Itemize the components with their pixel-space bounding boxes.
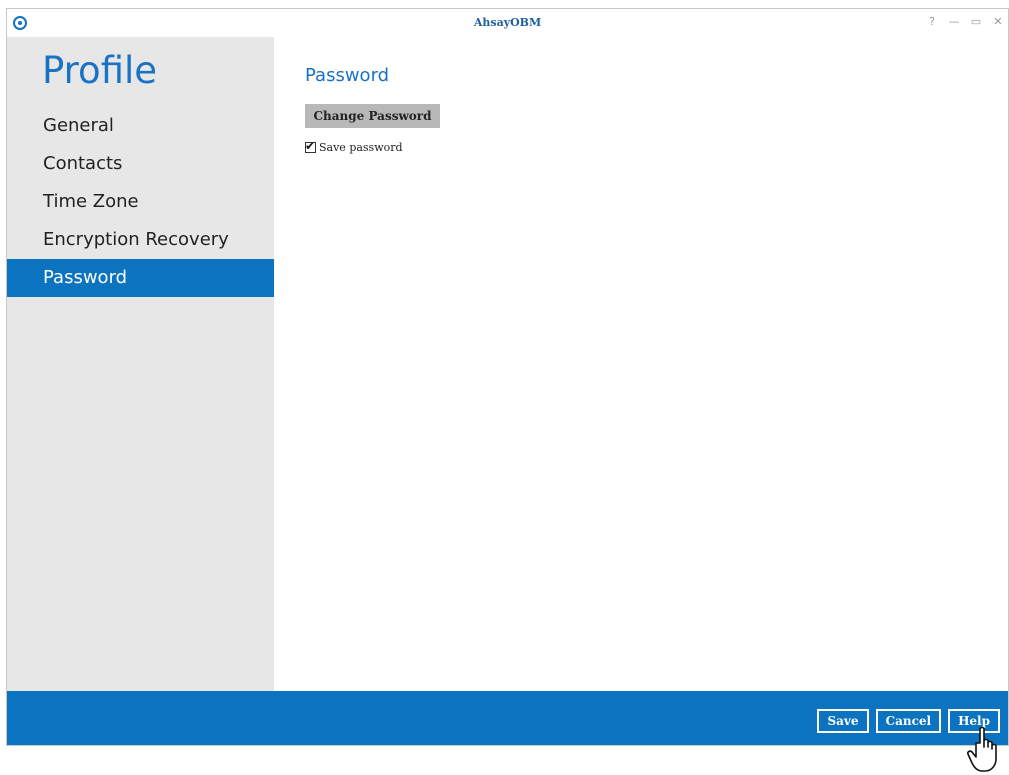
section-title: Password xyxy=(305,65,390,86)
close-icon[interactable]: ✕ xyxy=(992,15,1004,28)
sidebar-item-time-zone[interactable]: Time Zone xyxy=(7,183,274,221)
sidebar: Profile General Contacts Time Zone Encry… xyxy=(7,37,274,691)
sidebar-nav: General Contacts Time Zone Encryption Re… xyxy=(7,107,274,297)
sidebar-item-password[interactable]: Password xyxy=(7,259,274,297)
hand-pointer-icon xyxy=(967,726,997,772)
save-button[interactable]: Save xyxy=(817,709,869,733)
change-password-button[interactable]: Change Password xyxy=(305,104,440,128)
sidebar-title: Profile xyxy=(42,49,158,92)
sidebar-item-encryption-recovery[interactable]: Encryption Recovery xyxy=(7,221,274,259)
window-title: AhsayOBM xyxy=(473,16,542,29)
help-window-icon[interactable]: ? xyxy=(926,15,938,28)
window-controls: ? — ▭ ✕ xyxy=(926,15,1004,28)
title-bar: AhsayOBM ? — ▭ ✕ xyxy=(7,9,1008,38)
cancel-button[interactable]: Cancel xyxy=(875,709,942,733)
footer-bar: Save Cancel Help xyxy=(7,691,1008,745)
app-window: AhsayOBM ? — ▭ ✕ Profile General Contact… xyxy=(6,8,1009,746)
main-content: Password Change Password Save password xyxy=(274,37,1008,691)
save-password-label: Save password xyxy=(319,141,403,154)
sidebar-item-contacts[interactable]: Contacts xyxy=(7,145,274,183)
save-password-checkbox[interactable] xyxy=(305,139,316,153)
maximize-icon[interactable]: ▭ xyxy=(970,15,982,28)
save-password-option[interactable]: Save password xyxy=(305,139,403,154)
sidebar-item-general[interactable]: General xyxy=(7,107,274,145)
minimize-icon[interactable]: — xyxy=(948,15,960,28)
